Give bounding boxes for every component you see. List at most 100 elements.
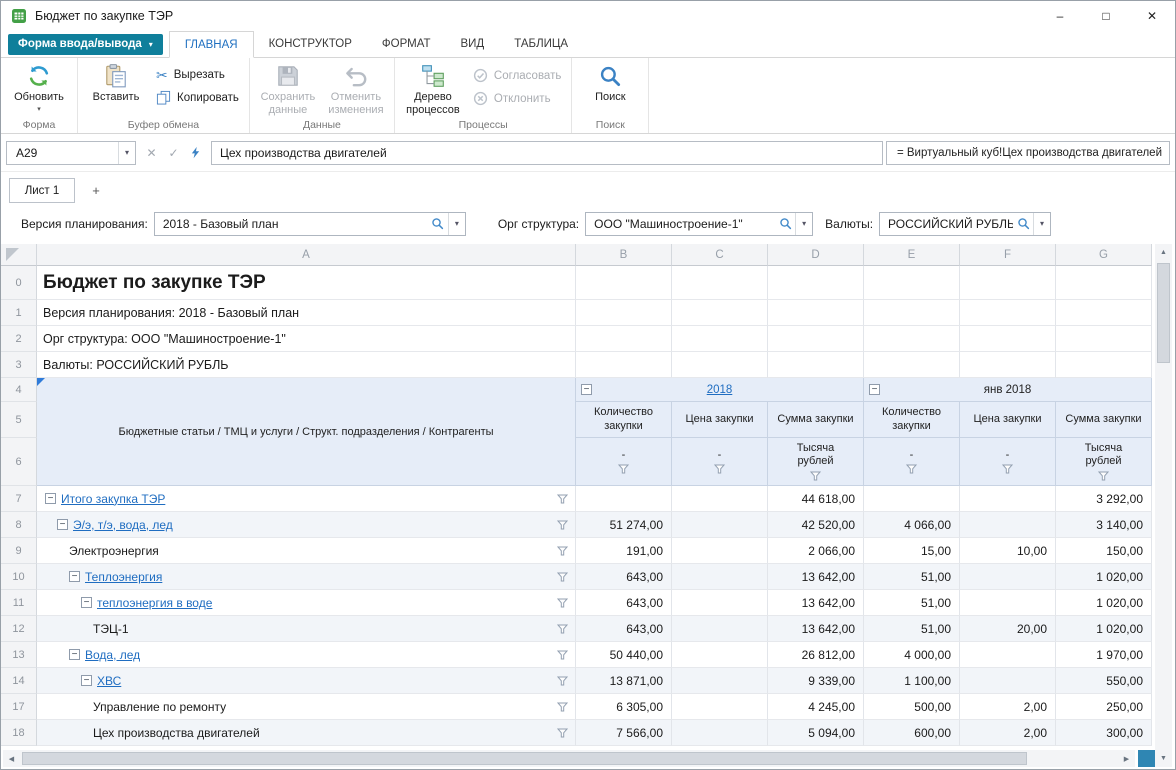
scroll-left-icon[interactable]: ◀ xyxy=(3,750,20,767)
vertical-scroll-thumb[interactable] xyxy=(1157,263,1170,363)
value-cell[interactable] xyxy=(960,564,1056,590)
filter-combo-2[interactable]: РОССИЙСКИЙ РУБЛЬ▾ xyxy=(879,212,1051,236)
empty-cell[interactable] xyxy=(768,352,864,378)
scroll-right-icon[interactable]: ▶ xyxy=(1118,750,1135,767)
form-io-menu-button[interactable]: Форма ввода/вывода ▾ xyxy=(8,34,163,55)
row-label-cell[interactable]: −теплоэнергия в воде xyxy=(37,590,576,616)
empty-cell[interactable] xyxy=(864,300,960,326)
period-label[interactable]: 2018 xyxy=(707,384,733,396)
split-handle[interactable] xyxy=(1138,750,1155,767)
value-cell[interactable]: 500,00 xyxy=(864,694,960,720)
collapse-icon[interactable]: − xyxy=(81,675,92,686)
filter-icon[interactable] xyxy=(618,464,629,474)
collapse-icon[interactable]: − xyxy=(57,519,68,530)
value-cell[interactable]: 51,00 xyxy=(864,616,960,642)
add-sheet-button[interactable]: + xyxy=(81,178,111,203)
filter-icon[interactable] xyxy=(557,702,568,712)
value-cell[interactable]: 3 292,00 xyxy=(1056,486,1152,512)
cut-button[interactable]: ✂Вырезать xyxy=(156,68,239,82)
minimize-button[interactable]: – xyxy=(1037,1,1083,31)
value-cell[interactable] xyxy=(672,642,768,668)
column-header-C[interactable]: C xyxy=(672,244,768,266)
value-cell[interactable]: 10,00 xyxy=(960,538,1056,564)
row-header-3[interactable]: 3 xyxy=(1,352,37,378)
value-cell[interactable]: 13 642,00 xyxy=(768,616,864,642)
value-cell[interactable] xyxy=(672,564,768,590)
value-cell[interactable] xyxy=(672,668,768,694)
filter-icon[interactable] xyxy=(810,471,821,481)
empty-cell[interactable] xyxy=(672,352,768,378)
row-label-cell[interactable]: ТЭЦ-1 xyxy=(37,616,576,642)
collapse-icon[interactable]: − xyxy=(869,384,880,395)
value-cell[interactable]: 2 066,00 xyxy=(768,538,864,564)
filter-icon[interactable] xyxy=(557,546,568,556)
row-header-5[interactable]: 5 xyxy=(1,402,37,438)
row-label-cell[interactable]: Управление по ремонту xyxy=(37,694,576,720)
collapse-icon[interactable]: − xyxy=(81,597,92,608)
value-cell[interactable] xyxy=(960,590,1056,616)
row-header-7[interactable]: 7 xyxy=(1,486,37,512)
scroll-up-icon[interactable]: ▲ xyxy=(1155,244,1172,261)
filter-icon[interactable] xyxy=(557,676,568,686)
row-label[interactable]: Вода, лед xyxy=(85,648,140,662)
column-header-D[interactable]: D xyxy=(768,244,864,266)
chevron-down-icon[interactable]: ▾ xyxy=(1033,213,1050,235)
value-cell[interactable] xyxy=(672,512,768,538)
row-label[interactable]: ХВС xyxy=(97,674,121,688)
select-all-corner[interactable] xyxy=(1,244,37,266)
maximize-button[interactable]: □ xyxy=(1083,1,1129,31)
empty-cell[interactable] xyxy=(1056,300,1152,326)
value-cell[interactable]: 51 274,00 xyxy=(576,512,672,538)
value-cell[interactable]: 1 020,00 xyxy=(1056,564,1152,590)
row-header-14[interactable]: 14 xyxy=(1,668,37,694)
row-label-cell[interactable]: −Итого закупка ТЭР xyxy=(37,486,576,512)
row-label[interactable]: Итого закупка ТЭР xyxy=(61,492,165,506)
filter-icon[interactable] xyxy=(714,464,725,474)
value-cell[interactable]: 643,00 xyxy=(576,590,672,616)
empty-cell[interactable] xyxy=(672,300,768,326)
value-cell[interactable] xyxy=(576,486,672,512)
filter-icon[interactable] xyxy=(1098,471,1109,481)
empty-cell[interactable] xyxy=(672,326,768,352)
value-cell[interactable]: 600,00 xyxy=(864,720,960,746)
row-label-cell[interactable]: −Э/э, т/э, вода, лед xyxy=(37,512,576,538)
sheet-tab[interactable]: Лист 1 xyxy=(9,178,75,203)
value-cell[interactable] xyxy=(960,642,1056,668)
chevron-down-icon[interactable]: ▾ xyxy=(448,213,465,235)
info-cell[interactable]: Бюджет по закупке ТЭР xyxy=(37,266,576,300)
value-cell[interactable]: 44 618,00 xyxy=(768,486,864,512)
empty-cell[interactable] xyxy=(768,326,864,352)
filter-icon[interactable] xyxy=(906,464,917,474)
ribbon-tab-3[interactable]: ФОРМАТ xyxy=(367,31,446,57)
row-label[interactable]: Э/э, т/э, вода, лед xyxy=(73,518,173,532)
value-cell[interactable]: 20,00 xyxy=(960,616,1056,642)
row-label-cell[interactable]: Электроэнергия xyxy=(37,538,576,564)
cancel-entry-icon[interactable]: ✕ xyxy=(141,142,162,163)
empty-cell[interactable] xyxy=(576,266,672,300)
copy-button[interactable]: Копировать xyxy=(156,90,239,105)
filter-icon[interactable] xyxy=(557,520,568,530)
empty-cell[interactable] xyxy=(1056,266,1152,300)
refresh-button[interactable]: Обновить▾ xyxy=(5,59,73,113)
period-header-2[interactable]: −янв 2018 xyxy=(864,378,1152,402)
empty-cell[interactable] xyxy=(576,326,672,352)
value-cell[interactable]: 13 642,00 xyxy=(768,590,864,616)
value-cell[interactable] xyxy=(960,668,1056,694)
vertical-scrollbar[interactable]: ▲ ▼ xyxy=(1155,244,1172,767)
value-cell[interactable]: 3 140,00 xyxy=(1056,512,1152,538)
value-cell[interactable]: 550,00 xyxy=(1056,668,1152,694)
row-header-17[interactable]: 17 xyxy=(1,694,37,720)
search-icon[interactable] xyxy=(1013,217,1033,230)
column-header-B[interactable]: B xyxy=(576,244,672,266)
value-cell[interactable]: 13 871,00 xyxy=(576,668,672,694)
filter-combo-0[interactable]: 2018 - Базовый план▾ xyxy=(154,212,466,236)
row-header-0[interactable]: 0 xyxy=(1,266,37,300)
filter-icon[interactable] xyxy=(557,728,568,738)
confirm-entry-icon[interactable]: ✓ xyxy=(163,142,184,163)
empty-cell[interactable] xyxy=(672,266,768,300)
empty-cell[interactable] xyxy=(960,300,1056,326)
value-cell[interactable]: 5 094,00 xyxy=(768,720,864,746)
value-cell[interactable]: 6 305,00 xyxy=(576,694,672,720)
vertical-scroll-track[interactable] xyxy=(1155,261,1172,750)
empty-cell[interactable] xyxy=(864,326,960,352)
